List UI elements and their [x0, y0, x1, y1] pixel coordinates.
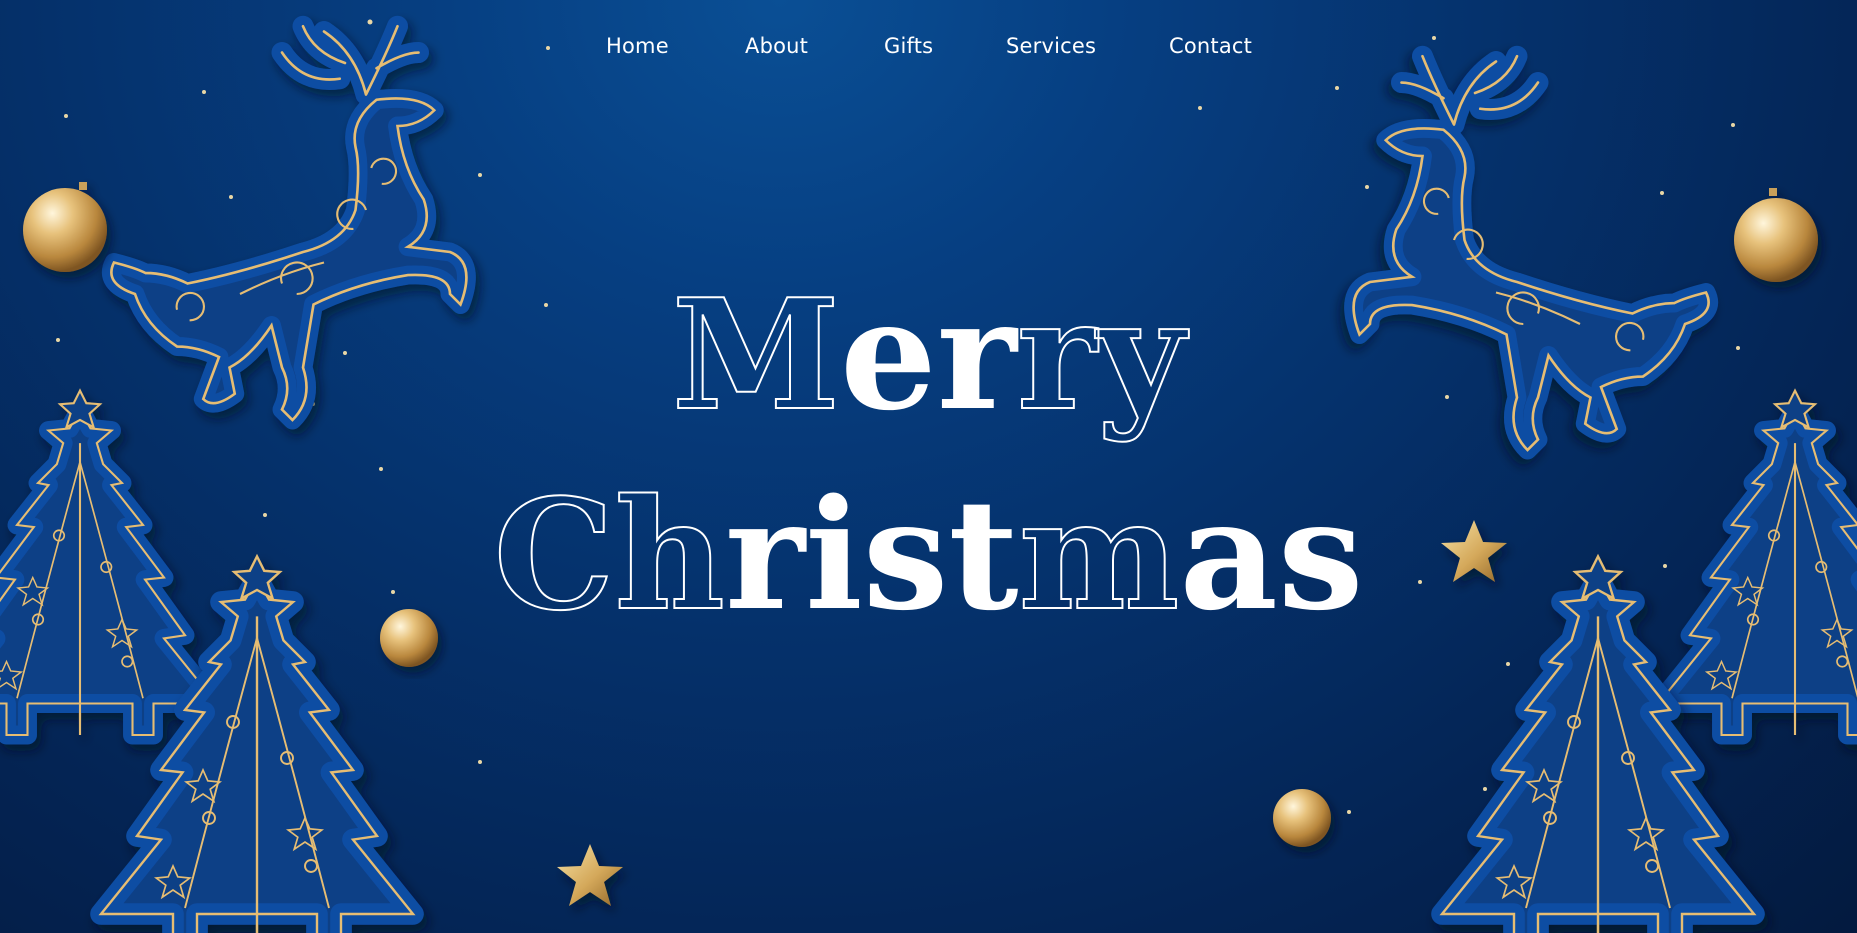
ornament-ball-top-right-icon [1734, 188, 1818, 282]
hero-line2-outline-a: Ch [492, 465, 725, 644]
nav-home-link[interactable]: Home [606, 34, 669, 58]
hero-line2-solid-a: rist [724, 465, 1019, 644]
hero-line2-outline-b: m [1018, 465, 1181, 644]
main-nav: Home About Gifts Services Contact [0, 34, 1857, 68]
nav-services-link[interactable]: Services [1006, 34, 1096, 58]
hero-line1-outline-a: M [671, 265, 841, 444]
nav-about-link[interactable]: About [745, 34, 808, 58]
nav-contact-link[interactable]: Contact [1169, 34, 1252, 58]
hero-line2-solid-b: as [1179, 465, 1364, 644]
hero-title-line-2: Christmas [0, 478, 1857, 632]
hero-title-line-1: Merry [0, 278, 1857, 432]
ornament-ball-center-right-icon [1273, 789, 1331, 847]
hero-line1-outline-b: ry [1016, 265, 1186, 444]
hero-line1-solid-a: er [840, 265, 1017, 444]
nav-gifts-link[interactable]: Gifts [884, 34, 933, 58]
star-bottom-left-icon [557, 844, 623, 906]
ornament-ball-top-left-icon [23, 182, 107, 272]
